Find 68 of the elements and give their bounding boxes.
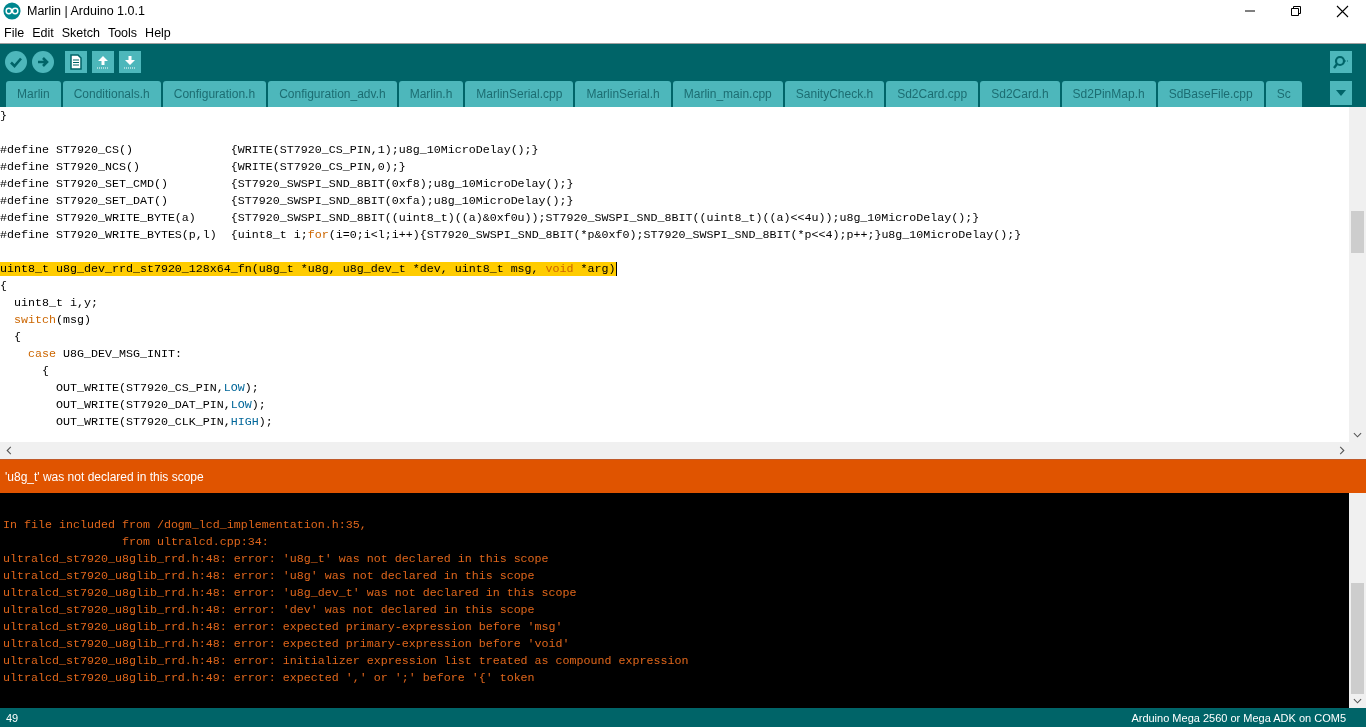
upload-button[interactable] bbox=[32, 50, 54, 73]
scroll-right-icon[interactable] bbox=[1339, 446, 1345, 455]
serial-monitor-button[interactable] bbox=[1330, 50, 1352, 73]
console-line: ultralcd_st7920_u8glib_rrd.h:49: error: expected ',' or ';' before '{' token bbox=[3, 670, 536, 687]
file-tab[interactable]: Sc bbox=[1265, 81, 1302, 107]
file-tab[interactable]: Configuration.h bbox=[162, 81, 267, 107]
file-tab[interactable]: Marlin bbox=[6, 81, 61, 107]
file-tab[interactable]: Sd2PinMap.h bbox=[1061, 81, 1156, 107]
code-line: #define ST7920_NCS() {WRITE(ST7920_CS_PIN,0);} bbox=[0, 160, 406, 174]
file-tab[interactable]: Sd2Card.cpp bbox=[886, 81, 979, 107]
code-line: uint8_t i,y; bbox=[13, 296, 98, 310]
open-button[interactable] bbox=[92, 50, 114, 73]
code-line: #define ST7920_WRITE_BYTES(p,l) {uint8_t i;for(i=0;i<l;i++){ST7920_SWSPI_SND_8BIT(*p&0xf0);ST7920_SWSPI_SND_8BIT(*p<<4);p++;}u8g_10MicroDelay();} bbox=[0, 228, 1022, 242]
new-file-button[interactable] bbox=[65, 50, 87, 73]
menu-item[interactable]: Tools bbox=[107, 25, 138, 40]
scroll-left-icon[interactable] bbox=[6, 446, 12, 455]
scroll-down-icon[interactable] bbox=[1353, 432, 1362, 438]
scrollbar-thumb[interactable] bbox=[1351, 211, 1364, 253]
code-line: OUT_WRITE(ST7920_DAT_PIN,LOW); bbox=[54, 398, 266, 412]
console-line: In file included from /dogm_lcd_implementation.h:35, bbox=[3, 517, 368, 534]
console-line: ultralcd_st7920_u8glib_rrd.h:48: error: expected primary-expression before 'void' bbox=[3, 636, 571, 653]
board-port-label: Arduino Mega 2560 or Mega ADK on COM5 bbox=[1131, 711, 1346, 724]
file-tab[interactable]: Marlin_main.cpp bbox=[672, 81, 783, 107]
window-title: Marlin | Arduino 1.0.1 bbox=[27, 4, 145, 18]
console-line: ultralcd_st7920_u8glib_rrd.h:48: error: 'u8g' was not declared in this scope bbox=[3, 568, 536, 585]
line-number: 49 bbox=[6, 711, 19, 724]
code-line: { bbox=[40, 364, 49, 378]
scrollbar-thumb[interactable] bbox=[1351, 583, 1364, 694]
code-line: { bbox=[0, 279, 7, 293]
close-icon[interactable] bbox=[1336, 4, 1349, 18]
console-scrollbar[interactable] bbox=[1349, 493, 1366, 708]
file-tab[interactable]: SdBaseFile.cpp bbox=[1157, 81, 1264, 107]
vertical-scrollbar[interactable] bbox=[1349, 107, 1366, 442]
code-line: case U8G_DEV_MSG_INIT: bbox=[26, 347, 182, 361]
code-line: #define ST7920_SET_CMD() {ST7920_SWSPI_SND_8BIT(0xf8);u8g_10MicroDelay();} bbox=[0, 177, 574, 191]
console-line: ultralcd_st7920_u8glib_rrd.h:48: error: expected primary-expression before 'msg' bbox=[3, 619, 564, 636]
file-tab[interactable]: Sd2Card.h bbox=[980, 81, 1060, 107]
code-line: #define ST7920_WRITE_BYTE(a) {ST7920_SWSPI_SND_8BIT((uint8_t)((a)&0xf0u));ST7920_SWSPI_SND_8BIT((uint8_t)((a)<<4u));u8g_10MicroDelay();} bbox=[0, 211, 980, 225]
verify-button[interactable] bbox=[5, 50, 27, 73]
file-tab[interactable]: MarlinSerial.h bbox=[575, 81, 671, 107]
code-line: } bbox=[0, 109, 7, 123]
save-button[interactable] bbox=[119, 50, 141, 73]
console-line: ultralcd_st7920_u8glib_rrd.h:48: error: 'u8g_t' was not declared in this scope bbox=[3, 551, 550, 568]
code-line: #define ST7920_SET_DAT() {ST7920_SWSPI_SND_8BIT(0xfa);u8g_10MicroDelay();} bbox=[0, 194, 574, 208]
code-line: switch(msg) bbox=[13, 313, 91, 327]
error-message: 'u8g_t' was not declared in this scope bbox=[5, 469, 204, 484]
console-line: ultralcd_st7920_u8glib_rrd.h:48: error: 'dev' was not declared in this scope bbox=[3, 602, 536, 619]
code-line: { bbox=[13, 330, 21, 344]
code-line: #define ST7920_CS() {WRITE(ST7920_CS_PIN,1);u8g_10MicroDelay();} bbox=[0, 143, 539, 157]
file-tab[interactable]: Conditionals.h bbox=[62, 81, 161, 107]
console-line: ultralcd_st7920_u8glib_rrd.h:48: error: 'u8g_dev_t' was not declared in this scope bbox=[3, 585, 578, 602]
console-line: ultralcd_st7920_u8glib_rrd.h:48: error: initializer expression list treated as compound expression bbox=[3, 653, 690, 670]
menu-item[interactable]: Sketch bbox=[61, 25, 100, 40]
scroll-down-icon[interactable] bbox=[1353, 698, 1362, 704]
file-tab[interactable]: MarlinSerial.cpp bbox=[465, 81, 574, 107]
file-tab[interactable]: Marlin.h bbox=[398, 81, 464, 107]
restore-icon[interactable] bbox=[1290, 5, 1302, 17]
code-line: OUT_WRITE(ST7920_CLK_PIN,HIGH); bbox=[54, 415, 273, 429]
code-line: OUT_WRITE(ST7920_CS_PIN,LOW); bbox=[54, 381, 259, 395]
triangle-down-icon bbox=[1336, 90, 1346, 96]
tab-menu-button[interactable] bbox=[1330, 81, 1352, 105]
menu-item[interactable]: Help bbox=[145, 25, 171, 40]
file-tab[interactable]: SanityCheck.h bbox=[784, 81, 885, 107]
menu-item[interactable]: File bbox=[4, 25, 25, 40]
horizontal-scrollbar[interactable] bbox=[0, 442, 1349, 459]
file-tab[interactable]: Configuration_adv.h bbox=[268, 81, 397, 107]
menu-item[interactable]: Edit bbox=[32, 25, 54, 40]
console-line: from ultralcd.cpp:34: bbox=[120, 534, 270, 551]
